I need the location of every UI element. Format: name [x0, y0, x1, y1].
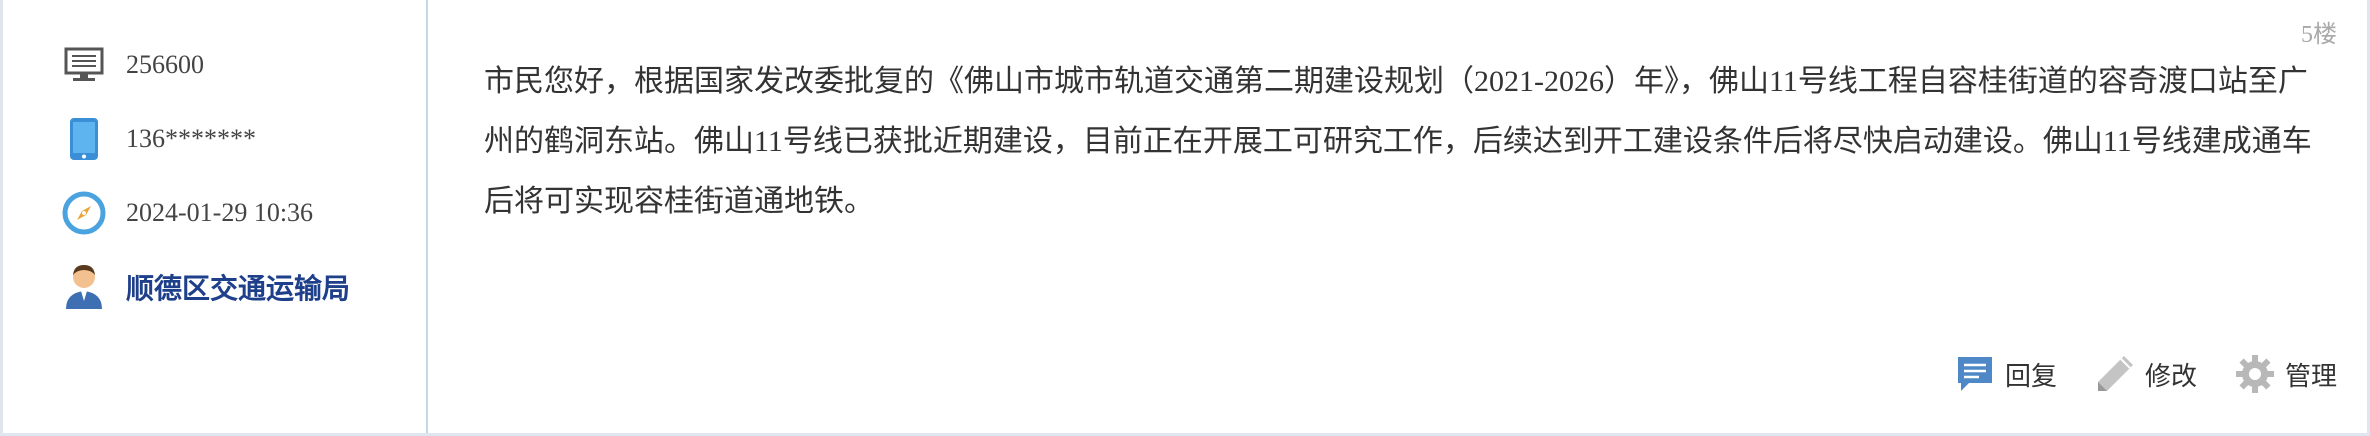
phone-icon: [60, 115, 108, 163]
compass-icon: [60, 189, 108, 237]
reply-label: 回复: [2004, 361, 2057, 391]
phone-text: 136*******: [126, 124, 256, 153]
department-link[interactable]: 顺德区交通运输局: [126, 267, 350, 307]
reply-button[interactable]: 回复: [1953, 352, 2057, 396]
gear-icon: [2233, 352, 2277, 396]
datetime-text: 2024-01-29 10:36: [126, 198, 314, 227]
post-content: 市民您好，根据国家发改委批复的《佛山市城市轨道交通第二期建设规划（2021-20…: [484, 65, 2312, 218]
computer-icon: [60, 41, 108, 89]
manage-label: 管理: [2284, 361, 2337, 391]
post-id-row: 256600: [60, 38, 204, 92]
edit-label: 修改: [2144, 361, 2197, 391]
post-id-text: 256600: [126, 50, 204, 79]
manage-button[interactable]: 管理: [2233, 352, 2337, 396]
post-main: 5楼 市民您好，根据国家发改委批复的《佛山市城市轨道交通第二期建设规划（2021…: [428, 0, 2367, 433]
floor-number: 5楼: [2301, 22, 2337, 48]
pencil-icon: [2093, 352, 2137, 396]
user-icon: [60, 263, 108, 311]
datetime-row: 2024-01-29 10:36: [60, 186, 313, 240]
chat-bubble-icon: [1953, 352, 1997, 396]
department-row[interactable]: 顺德区交通运输局: [60, 260, 350, 314]
post-actions: 回复 修改 管理: [1917, 352, 2337, 396]
edit-button[interactable]: 修改: [2093, 352, 2197, 396]
phone-row: 136*******: [60, 112, 256, 166]
author-sidebar: 256600 136******* 2024-01-29 10:36 顺德区交通…: [6, 0, 428, 433]
post-container: 256600 136******* 2024-01-29 10:36 顺德区交通…: [0, 0, 2370, 436]
